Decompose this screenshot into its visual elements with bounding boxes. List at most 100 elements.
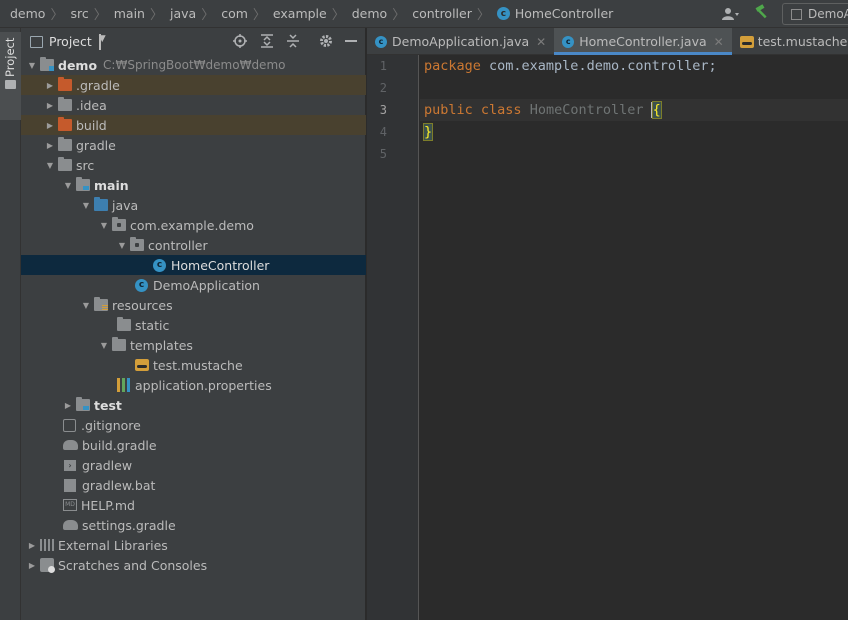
tree-item-label: settings.gradle — [82, 517, 176, 533]
chevron-down-icon[interactable]: ▼ — [114, 241, 130, 250]
gradle-elephant-icon — [63, 440, 78, 450]
chevron-down-icon[interactable]: ▼ — [78, 301, 94, 310]
tree-item-resources[interactable]: ▼ resources — [21, 295, 366, 315]
tree-item-external-libraries[interactable]: ▶ External Libraries — [21, 535, 366, 555]
tree-item-gitignore[interactable]: .gitignore — [21, 415, 366, 435]
tree-item-demoapplication[interactable]: c DemoApplication — [21, 275, 366, 295]
close-icon[interactable]: ✕ — [714, 35, 724, 49]
class-name: HomeController — [529, 102, 644, 118]
breadcrumb-item-main[interactable]: main 〉 — [114, 0, 170, 28]
collapse-all-icon[interactable] — [285, 33, 301, 49]
tree-item-templates[interactable]: ▼ templates — [21, 335, 366, 355]
code-line-3[interactable]: public class HomeController { — [420, 99, 848, 121]
line-number-gutter[interactable]: 1 2 3 4 5 — [367, 55, 419, 620]
java-class-icon: c — [375, 35, 387, 48]
code-line-2[interactable] — [420, 77, 848, 99]
tree-item-help-md[interactable]: MD HELP.md — [21, 495, 366, 515]
java-class-runnable-icon: c — [135, 278, 148, 292]
tree-item-gradle[interactable]: ▶ gradle — [21, 135, 366, 155]
tree-item-label: .gradle — [76, 77, 120, 93]
java-class-icon: c — [562, 35, 575, 48]
hide-panel-icon[interactable] — [343, 33, 359, 49]
tab-homecontroller-java[interactable]: c HomeController.java ✕ — [554, 28, 733, 55]
chevron-right-icon[interactable]: ▶ — [42, 121, 58, 130]
folder-icon — [58, 137, 72, 151]
tree-item-label: DemoApplication — [153, 277, 260, 293]
tree-item-static[interactable]: static — [21, 315, 366, 335]
chevron-right-icon[interactable]: ▶ — [24, 541, 40, 550]
breadcrumb-item-controller[interactable]: controller 〉 — [412, 0, 497, 28]
tree-item-package-com-example-demo[interactable]: ▼ com.example.demo — [21, 215, 366, 235]
tree-item-label: gradle — [76, 137, 116, 153]
chevron-right-icon[interactable]: ▶ — [42, 101, 58, 110]
breadcrumb-item-java[interactable]: java 〉 — [170, 0, 221, 28]
chevron-right-icon: 〉 — [392, 8, 406, 23]
project-tool-window-tab[interactable]: Project — [0, 32, 21, 120]
breadcrumb-item-homecontroller[interactable]: c HomeController — [496, 0, 613, 28]
tree-item-gradlew[interactable]: › gradlew — [21, 455, 366, 475]
build-hammer-icon[interactable] — [754, 4, 770, 24]
locate-target-icon[interactable] — [232, 33, 248, 49]
chevron-down-icon[interactable]: ▼ — [96, 221, 112, 230]
tree-item-build[interactable]: ▶ build — [21, 115, 366, 135]
chevron-right-icon[interactable]: ▶ — [42, 81, 58, 90]
keyword: class — [480, 102, 522, 118]
chevron-down-icon[interactable]: ▼ — [78, 201, 94, 210]
scratches-icon — [40, 558, 55, 573]
breadcrumb-label: src — [70, 6, 89, 21]
chevron-right-icon[interactable]: ▶ — [42, 141, 58, 150]
chevron-down-icon[interactable]: ▼ — [60, 181, 76, 190]
chevron-right-icon: 〉 — [476, 8, 490, 23]
source-root-folder-icon — [76, 177, 90, 191]
tab-demoapplication-java[interactable]: c DemoApplication.java ✕ — [367, 28, 554, 55]
batch-file-icon — [64, 478, 76, 492]
tree-item-homecontroller[interactable]: c HomeController — [21, 255, 366, 275]
code-editor[interactable]: package com.example.demo.controller; pub… — [420, 55, 848, 620]
chevron-down-icon[interactable]: ▼ — [96, 341, 112, 350]
tree-item-build-gradle[interactable]: build.gradle — [21, 435, 366, 455]
chevron-right-icon: 〉 — [93, 8, 107, 23]
tab-test-mustache[interactable]: test.mustache ✕ — [732, 28, 848, 55]
project-panel-title[interactable]: Project — [49, 34, 92, 49]
package-icon — [112, 217, 126, 231]
tree-item-gradlew-bat[interactable]: gradlew.bat — [21, 475, 366, 495]
code-line-1[interactable]: package com.example.demo.controller; — [420, 55, 848, 77]
chevron-right-icon[interactable]: ▶ — [60, 401, 76, 410]
breadcrumb-item-example[interactable]: example 〉 — [273, 0, 352, 28]
code-line-5[interactable] — [420, 143, 848, 165]
tree-item-settings-gradle[interactable]: settings.gradle — [21, 515, 366, 535]
resources-folder-icon — [94, 297, 108, 311]
tree-item-scratches-and-consoles[interactable]: ▶ Scratches and Consoles — [21, 555, 366, 575]
breadcrumb: demo 〉 src 〉 main 〉 java 〉 com 〉 example 〉 dem… — [0, 0, 613, 28]
tree-item-test[interactable]: ▶ test — [21, 395, 366, 415]
breadcrumb-item-demo[interactable]: demo 〉 — [10, 0, 70, 28]
chevron-down-icon[interactable]: ▼ — [98, 33, 106, 50]
chevron-right-icon: 〉 — [331, 8, 345, 23]
breadcrumb-item-src[interactable]: src 〉 — [70, 0, 113, 28]
tree-item-label: src — [76, 157, 95, 173]
tab-label: test.mustache — [757, 34, 848, 49]
close-icon[interactable]: ✕ — [536, 35, 546, 49]
code-line-4[interactable]: } — [420, 121, 848, 143]
tree-item-application-properties[interactable]: application.properties — [21, 375, 366, 395]
tree-item-main[interactable]: ▼ main — [21, 175, 366, 195]
expand-all-icon[interactable] — [259, 33, 275, 49]
breadcrumb-item-demo-package[interactable]: demo 〉 — [352, 0, 412, 28]
tree-item-gradle-cache[interactable]: ▶ .gradle — [21, 75, 366, 95]
chevron-right-icon[interactable]: ▶ — [24, 561, 40, 570]
tree-item-controller[interactable]: ▼ controller — [21, 235, 366, 255]
chevron-down-icon[interactable]: ▼ — [42, 161, 58, 170]
tree-item-demo[interactable]: ▼ demo C:₩SpringBoot₩demo₩demo — [21, 55, 366, 75]
tree-item-label: demo — [58, 57, 98, 73]
project-panel: Project ▼ ▼ demo C:₩SpringBoot₩demo₩demo… — [21, 28, 366, 620]
run-configuration-selector[interactable]: DemoApplication — [782, 3, 848, 25]
gear-icon[interactable] — [318, 33, 334, 49]
chevron-right-icon: 〉 — [50, 8, 64, 23]
tree-item-src[interactable]: ▼ src — [21, 155, 366, 175]
user-account-icon[interactable] — [722, 7, 740, 21]
breadcrumb-item-com[interactable]: com 〉 — [221, 0, 273, 28]
tree-item-test-mustache[interactable]: test.mustache — [21, 355, 366, 375]
chevron-down-icon[interactable]: ▼ — [24, 61, 40, 70]
tree-item-java[interactable]: ▼ java — [21, 195, 366, 215]
tree-item-idea[interactable]: ▶ .idea — [21, 95, 366, 115]
